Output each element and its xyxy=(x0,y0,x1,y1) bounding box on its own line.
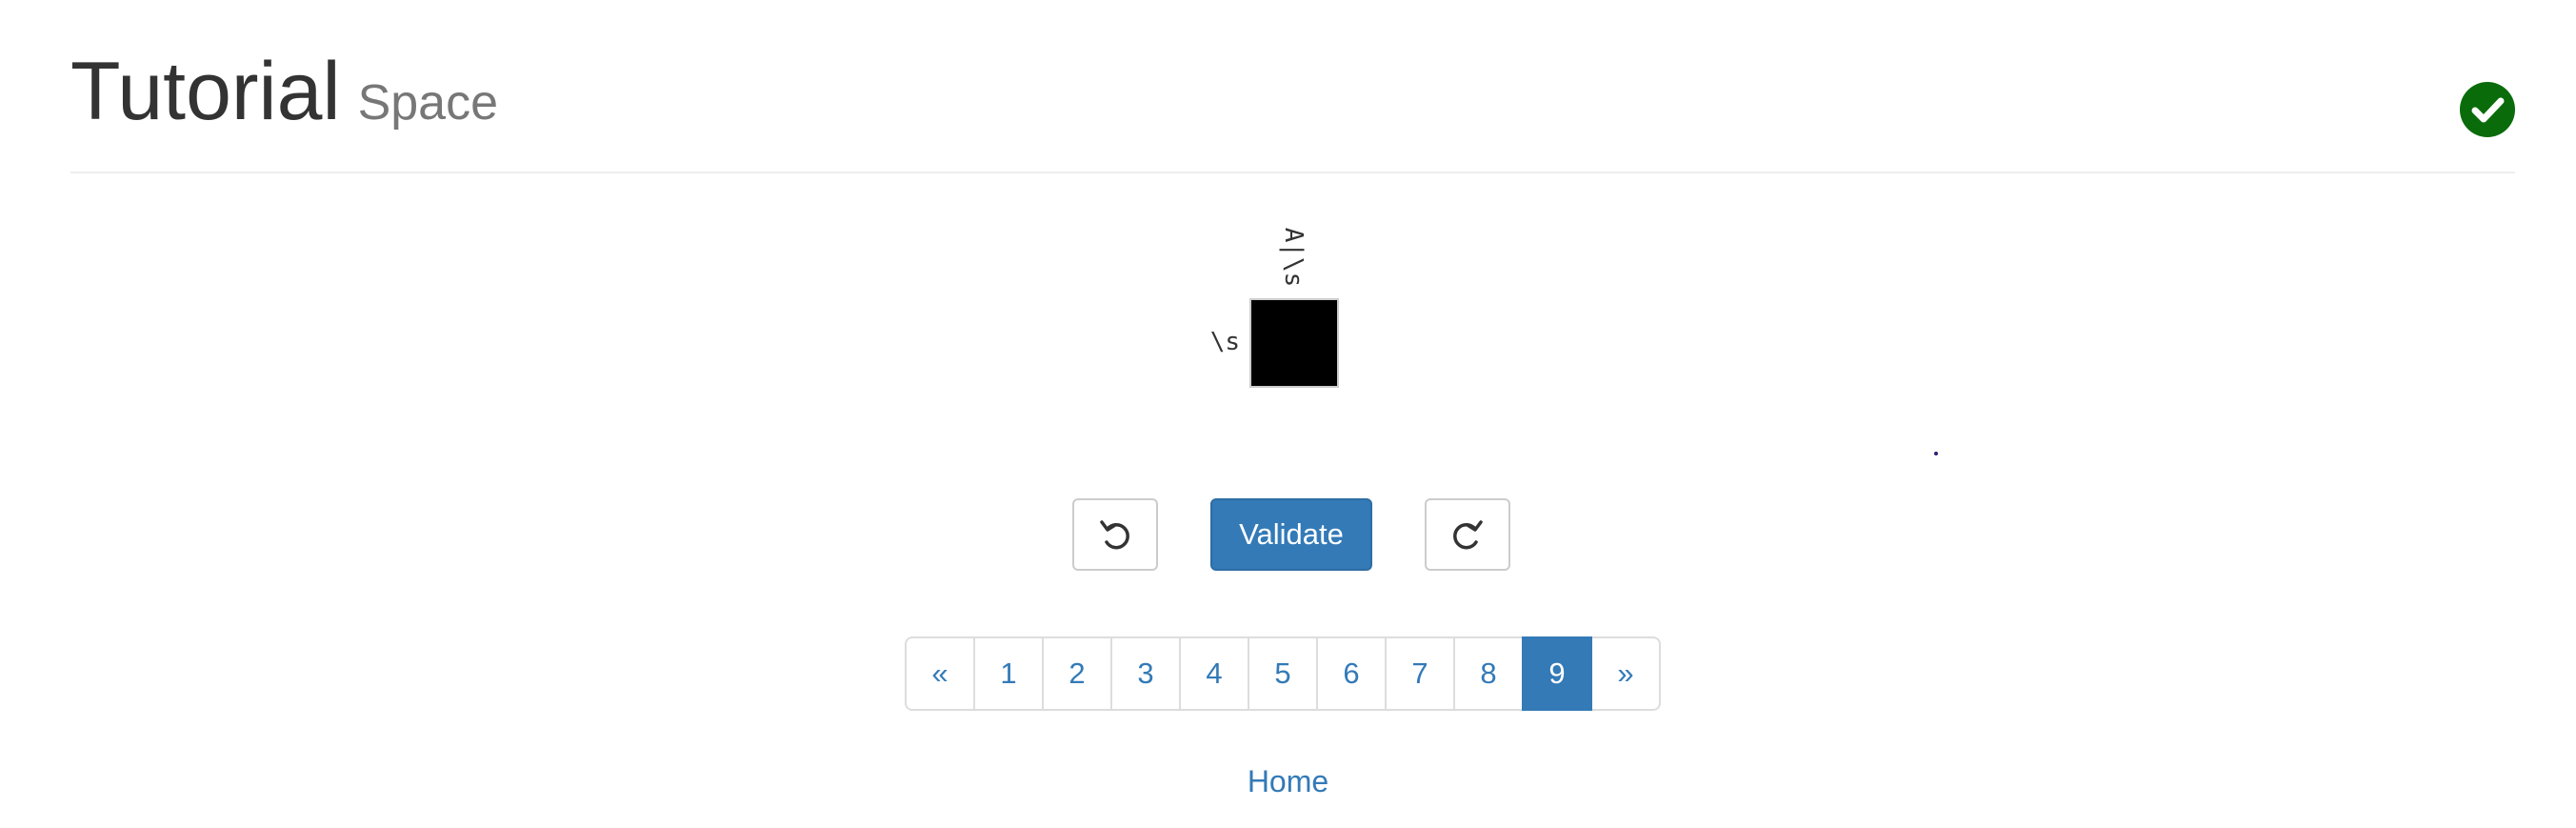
redo-icon xyxy=(1453,520,1483,550)
column-clue: A|\s xyxy=(1250,221,1336,293)
redo-button[interactable] xyxy=(1425,498,1510,571)
pagination-next[interactable]: » xyxy=(1590,636,1661,711)
pagination-prev[interactable]: « xyxy=(905,636,975,711)
pagination-page-5[interactable]: 5 xyxy=(1248,636,1318,711)
pagination-page-6[interactable]: 6 xyxy=(1316,636,1387,711)
pagination-page-9[interactable]: 9 xyxy=(1522,636,1592,711)
undo-button[interactable] xyxy=(1072,498,1158,571)
undo-icon xyxy=(1100,520,1129,550)
pagination-page-3[interactable]: 3 xyxy=(1110,636,1181,711)
pagination: « 1 2 3 4 5 6 7 8 9 » xyxy=(905,636,1661,711)
column-clue-text: A|\s xyxy=(1279,227,1308,288)
pagination-page-1[interactable]: 1 xyxy=(973,636,1044,711)
footer: Home xyxy=(0,764,2576,799)
pagination-page-4[interactable]: 4 xyxy=(1179,636,1249,711)
stray-dot xyxy=(1934,452,1938,455)
puzzle-grid: A|\s \s xyxy=(0,0,2576,455)
validate-button[interactable]: Validate xyxy=(1210,498,1372,571)
pagination-page-8[interactable]: 8 xyxy=(1453,636,1524,711)
controls-bar: Validate xyxy=(0,498,2576,575)
row-clue: \s xyxy=(1209,328,1240,356)
pagination-page-2[interactable]: 2 xyxy=(1042,636,1112,711)
home-link[interactable]: Home xyxy=(1248,764,1328,798)
pagination-page-7[interactable]: 7 xyxy=(1385,636,1455,711)
puzzle-cell[interactable] xyxy=(1249,298,1339,388)
